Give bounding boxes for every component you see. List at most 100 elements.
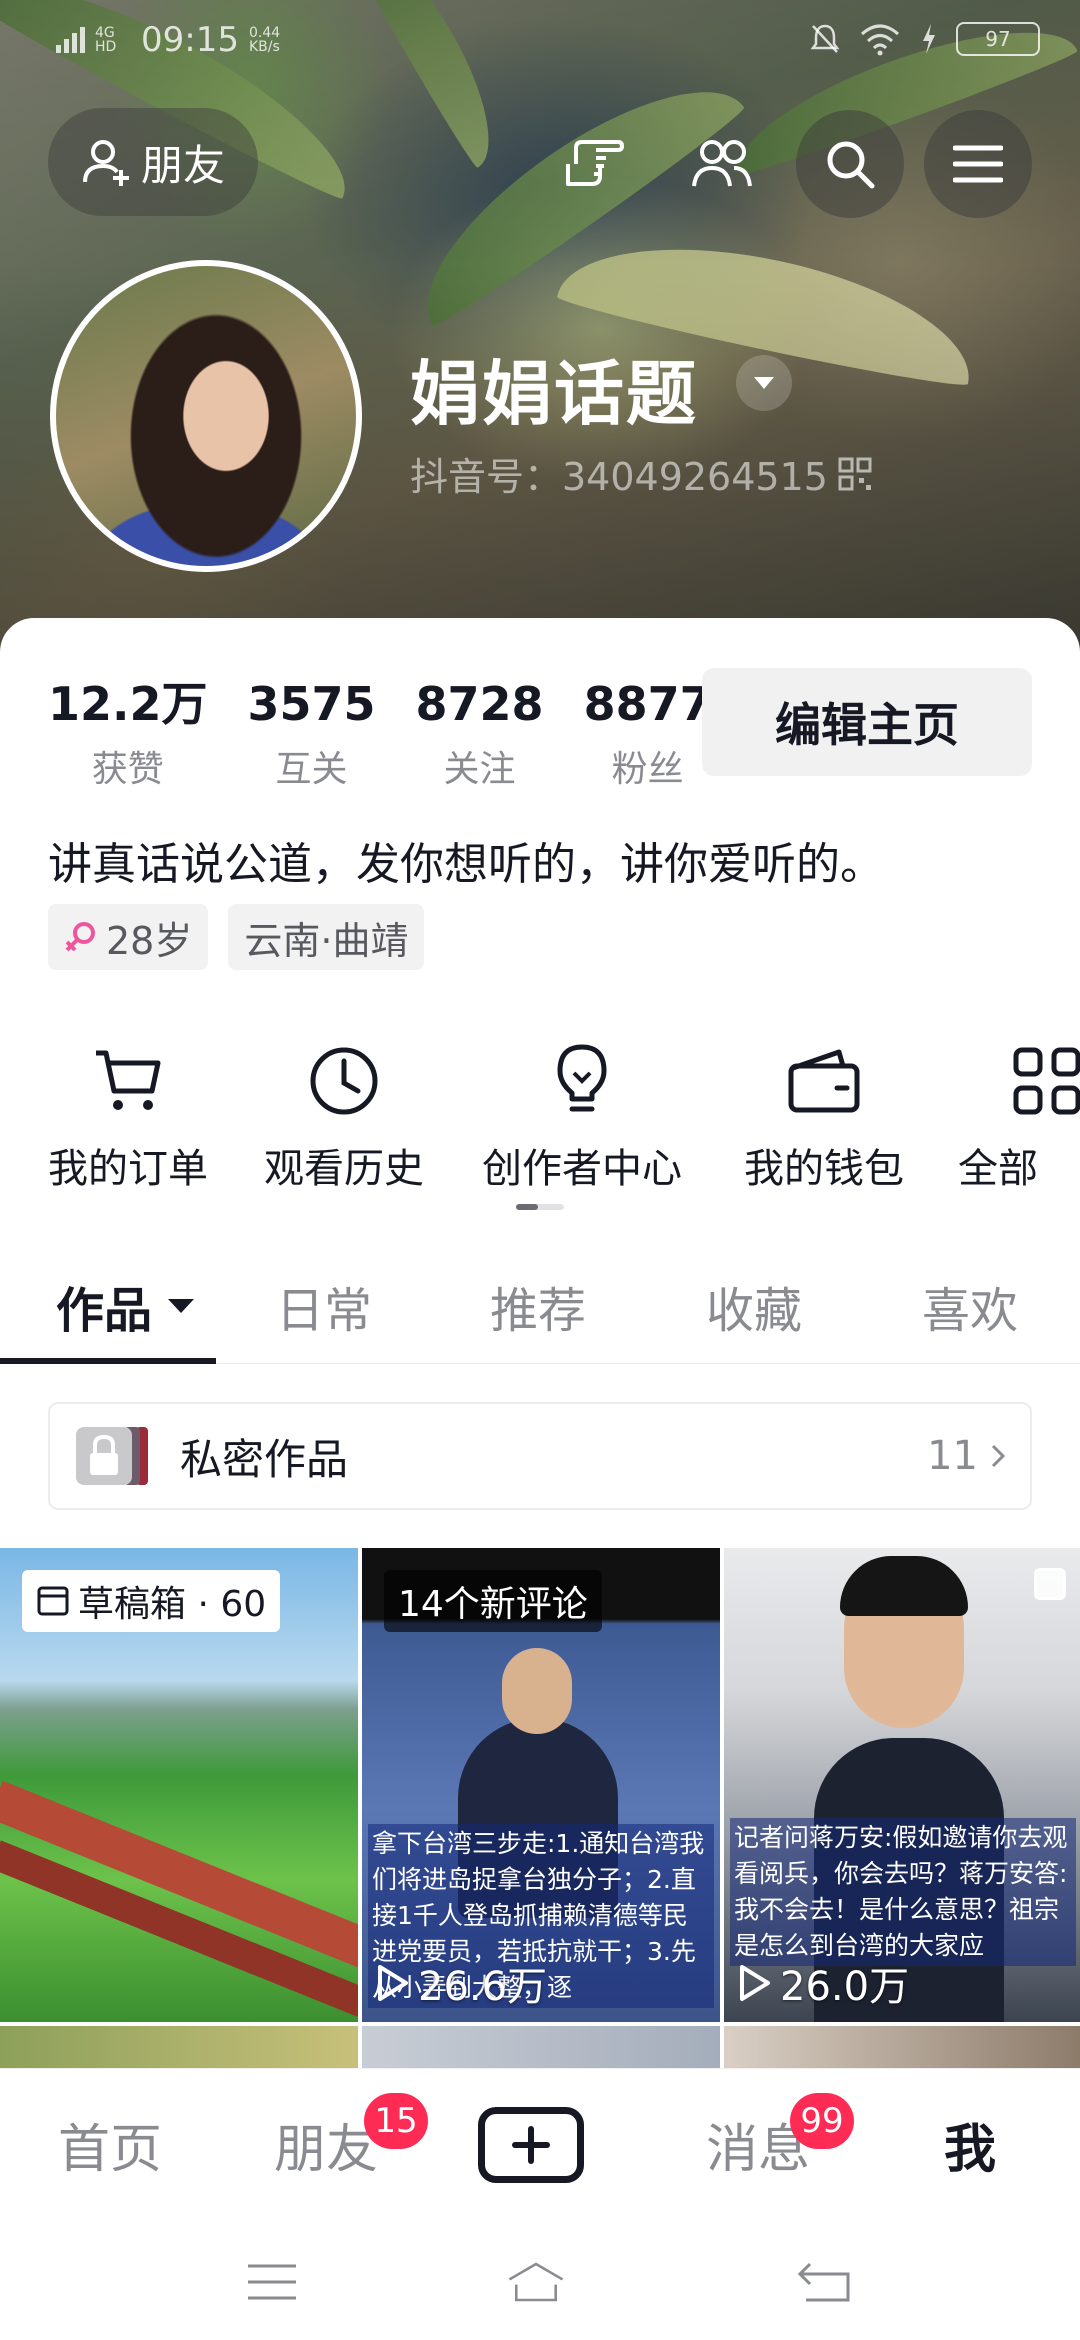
profile-stats: 12.2万获赞 3575 互关 8728 关注 8877 粉丝 (48, 676, 752, 792)
add-user-icon (82, 140, 129, 186)
network-speed: 0.44 KB/s (248, 25, 281, 55)
location-tag: 云南·曲靖 (228, 904, 425, 970)
bottom-navigation: 首页 朋友 15 消息 99 我 (0, 2068, 1080, 2218)
qr-code-icon (838, 457, 872, 490)
my-orders-button[interactable]: 我的订单 (48, 1036, 208, 1194)
quick-action-label: 全部 (958, 1146, 1038, 1192)
caret-down-icon (754, 377, 774, 389)
creator-center-button[interactable]: 创作者中心 (482, 1036, 682, 1194)
location-text: 云南·曲靖 (244, 918, 409, 963)
stat-label: 粉丝 (611, 749, 684, 790)
stat-value: 3575 (247, 677, 376, 731)
hand-pointer-icon (566, 140, 624, 186)
play-icon (378, 1965, 408, 2001)
private-works-label: 私密作品 (180, 1434, 349, 1484)
tap-hand-button[interactable] (540, 110, 648, 218)
nav-home[interactable]: 首页 (40, 2069, 180, 2219)
edit-profile-button[interactable]: 编辑主页 (702, 668, 1032, 776)
video-caption: 记者问蒋万安:假如邀请你去观看阅兵，你会去吗？蒋万安答:我不会去！是什么意思？祖… (730, 1818, 1076, 1966)
tab-likes[interactable]: 喜欢 (922, 1248, 1018, 1364)
add-friend-button[interactable]: 朋友 (48, 108, 258, 216)
douyin-id-text: 抖音号：34049264515 (410, 455, 828, 499)
private-works-row[interactable]: 私密作品 11 (48, 1402, 1032, 1510)
home-button[interactable] (506, 2252, 566, 2312)
quick-action-label: 创作者中心 (482, 1146, 682, 1192)
new-comments-badge: 14个新评论 (384, 1570, 602, 1632)
tab-recommend[interactable]: 推荐 (490, 1248, 586, 1364)
nav-friends[interactable]: 朋友 (256, 2069, 396, 2219)
lock-icon (76, 1427, 148, 1485)
stat-value: 12.2万 (48, 677, 208, 731)
hamburger-menu-icon (953, 145, 1003, 183)
video-thumbnail-3[interactable]: 记者问蒋万安:假如邀请你去观看阅兵，你会去吗？蒋万安答:我不会去！是什么意思？祖… (724, 1548, 1080, 2022)
menu-button[interactable] (924, 110, 1032, 218)
stat-label: 互关 (275, 749, 348, 790)
status-time: 09:15 (141, 20, 239, 60)
bio-text: 讲真话说公道，发你想听的，讲你爱听的。 (48, 839, 884, 890)
profile-tags: 28岁 云南·曲靖 (48, 904, 425, 970)
system-navigation-bar (0, 2218, 1080, 2340)
quick-action-label: 我的订单 (48, 1146, 208, 1192)
all-functions-button[interactable]: 全部 (958, 1036, 1080, 1194)
search-icon (827, 141, 875, 189)
clock-icon (310, 1047, 378, 1115)
visitors-button[interactable] (668, 110, 776, 218)
signal-icon (56, 27, 85, 53)
play-icon (740, 1965, 770, 2001)
cart-icon (96, 1050, 161, 1110)
quick-actions-scroll-indicator (516, 1204, 564, 1210)
stat-value: 8877 (583, 677, 712, 731)
search-button[interactable] (796, 110, 904, 218)
tab-favorites[interactable]: 收藏 (706, 1248, 802, 1364)
display-name: 娟娟话题 (410, 353, 698, 435)
drafts-badge-text: 草稿箱 · 60 (78, 1584, 267, 1625)
battery-indicator: 97 (956, 22, 1040, 56)
age-text: 28岁 (106, 918, 193, 963)
quick-actions: 我的订单 观看历史 创作者中心 我的钱包 全部 (0, 1036, 1080, 1216)
avatar[interactable] (50, 260, 362, 572)
stat-mutual[interactable]: 3575 互关 (248, 676, 376, 792)
nav-label: 首页 (57, 2119, 162, 2180)
private-works-count: 11 (927, 1433, 978, 1479)
quick-action-label: 观看历史 (264, 1146, 424, 1192)
network-type: 4G HD (95, 25, 117, 55)
age-tag: 28岁 (48, 904, 209, 970)
female-icon (65, 922, 95, 952)
lightbulb-icon (557, 1044, 607, 1112)
two-people-icon (692, 140, 752, 187)
video-thumbnail-drafts[interactable]: 草稿箱 · 60 (0, 1548, 358, 2022)
play-count: 26.0万 (738, 1954, 909, 2012)
back-arrow-icon (797, 2262, 850, 2302)
create-post-button[interactable] (478, 2107, 584, 2183)
douyin-id[interactable]: 抖音号：34049264515 (410, 446, 872, 501)
plus-icon (512, 2126, 550, 2164)
select-checkbox[interactable] (1034, 1568, 1066, 1600)
watch-history-button[interactable]: 观看历史 (264, 1036, 424, 1194)
back-button[interactable] (794, 2252, 854, 2312)
play-count-text: 26.0万 (780, 1964, 910, 2010)
draft-box-icon (37, 1586, 69, 1616)
stat-following[interactable]: 8728 关注 (416, 676, 544, 792)
recent-apps-button[interactable] (242, 2252, 302, 2312)
stat-likes[interactable]: 12.2万获赞 (48, 676, 208, 792)
nav-me[interactable]: 我 (900, 2069, 1040, 2219)
account-switch-button[interactable] (736, 355, 792, 411)
play-count: 26.6万 (376, 1954, 547, 2012)
stat-followers[interactable]: 8877 粉丝 (584, 676, 712, 792)
stat-value: 8728 (415, 677, 544, 731)
home-icon (508, 2262, 564, 2302)
wifi-icon (861, 24, 899, 56)
status-bar: 4G HD 09:15 0.44 KB/s 97 (0, 0, 1080, 80)
quick-action-label: 我的钱包 (744, 1146, 904, 1192)
tab-daily[interactable]: 日常 (276, 1248, 372, 1364)
stat-label: 获赞 (91, 749, 164, 790)
friend-button-label: 朋友 (140, 140, 225, 190)
stat-label: 关注 (443, 749, 516, 790)
wallet-button[interactable]: 我的钱包 (744, 1036, 904, 1194)
messages-notification-badge: 99 (790, 2093, 854, 2149)
video-thumbnail-2[interactable]: 14个新评论 拿下台湾三步走:1.通知台湾我们将进岛捉拿台独分子；2.直接1千人… (362, 1548, 720, 2022)
menu-lines-icon (248, 2264, 296, 2300)
nav-label: 我 (943, 2119, 996, 2180)
tab-works[interactable]: 作品 (56, 1248, 196, 1364)
caret-down-icon (168, 1299, 195, 1313)
